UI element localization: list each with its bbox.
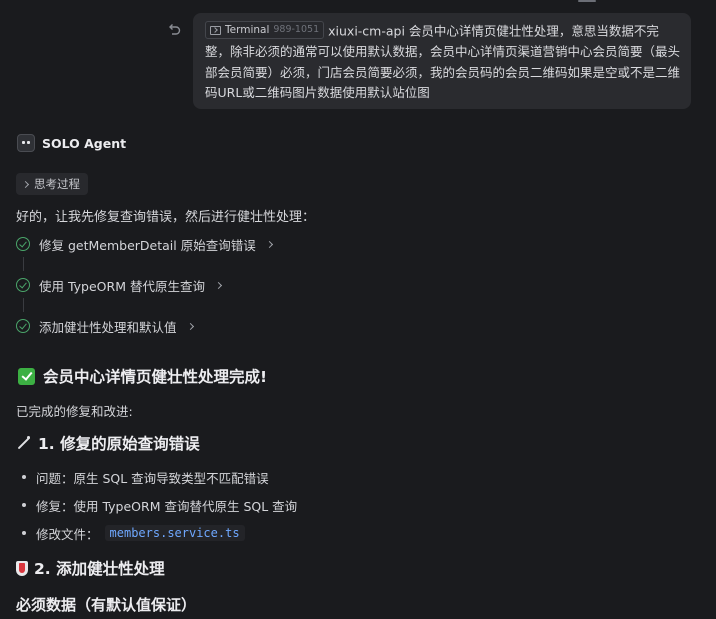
bullet-text: 修复：使用 TypeORM 查询替代原生 SQL 查询	[36, 498, 298, 514]
terminal-reference-chip[interactable]: Terminal 989-1051	[205, 21, 325, 39]
shield-icon	[16, 560, 28, 576]
undo-icon[interactable]	[166, 22, 182, 38]
chevron-right-icon	[265, 240, 273, 248]
check-circle-icon	[16, 278, 30, 292]
terminal-icon	[210, 25, 221, 35]
list-item: 修改文件： members.service.ts	[22, 519, 297, 547]
task-step-label: 修复 getMemberDetail 原始查询错误	[39, 237, 256, 253]
task-step-label: 添加健壮性处理和默认值	[39, 319, 177, 335]
list-item: 修复：使用 TypeORM 查询替代原生 SQL 查询	[22, 491, 297, 519]
section-2-heading: 2. 添加健壮性处理	[16, 557, 165, 579]
task-step-label: 使用 TypeORM 替代原生查询	[39, 278, 205, 294]
section-1-heading-text: 1. 修复的原始查询错误	[38, 435, 200, 453]
list-item: 问题：原生 SQL 查询导致类型不匹配错误	[22, 463, 297, 491]
chip-line-range: 989-1051	[273, 24, 320, 35]
task-step[interactable]: 添加健壮性处理和默认值	[16, 316, 272, 336]
chevron-right-icon	[214, 281, 223, 289]
check-circle-icon	[16, 319, 30, 333]
section-1-bullets: 问题：原生 SQL 查询导致类型不匹配错误 修复：使用 TypeORM 查询替代…	[22, 463, 297, 547]
section-1-heading: 1. 修复的原始查询错误	[16, 432, 200, 454]
task-step[interactable]: 使用 TypeORM 替代原生查询	[16, 275, 272, 295]
wand-icon	[16, 435, 32, 451]
thinking-process-toggle[interactable]: 思考过程	[16, 173, 88, 195]
completion-heading-text: 会员中心详情页健壮性处理完成!	[43, 368, 268, 386]
thinking-label: 思考过程	[34, 177, 80, 191]
top-scroll-mark	[578, 0, 596, 2]
chevron-right-icon	[21, 180, 30, 188]
task-steps: 修复 getMemberDetail 原始查询错误 使用 TypeORM 替代原…	[16, 234, 273, 336]
chevron-right-icon	[186, 322, 194, 330]
agent-name: SOLO Agent	[42, 135, 127, 151]
bullet-text: 问题：原生 SQL 查询导致类型不匹配错误	[36, 470, 269, 486]
completion-heading: 会员中心详情页健壮性处理完成!	[18, 365, 267, 387]
agent-intro-text: 好的，让我先修复查询错误，然后进行健壮性处理：	[16, 210, 316, 225]
completion-subtitle: 已完成的修复和改进:	[16, 404, 133, 419]
agent-avatar-icon	[17, 134, 35, 152]
section-3-heading: 必须数据（有默认值保证）	[16, 596, 197, 614]
bullet-text: 修改文件：	[36, 526, 99, 542]
chip-label: Terminal	[225, 24, 270, 36]
file-link[interactable]: members.service.ts	[104, 525, 245, 541]
green-check-icon	[18, 367, 35, 385]
task-step[interactable]: 修复 getMemberDetail 原始查询错误	[16, 234, 273, 254]
section-2-heading-text: 2. 添加健壮性处理	[34, 560, 165, 578]
agent-header: SOLO Agent	[17, 134, 126, 152]
user-message-bubble: Terminal 989-1051 xiuxi-cm-api 会员中心详情页健壮…	[193, 13, 691, 109]
check-circle-icon	[16, 237, 30, 251]
